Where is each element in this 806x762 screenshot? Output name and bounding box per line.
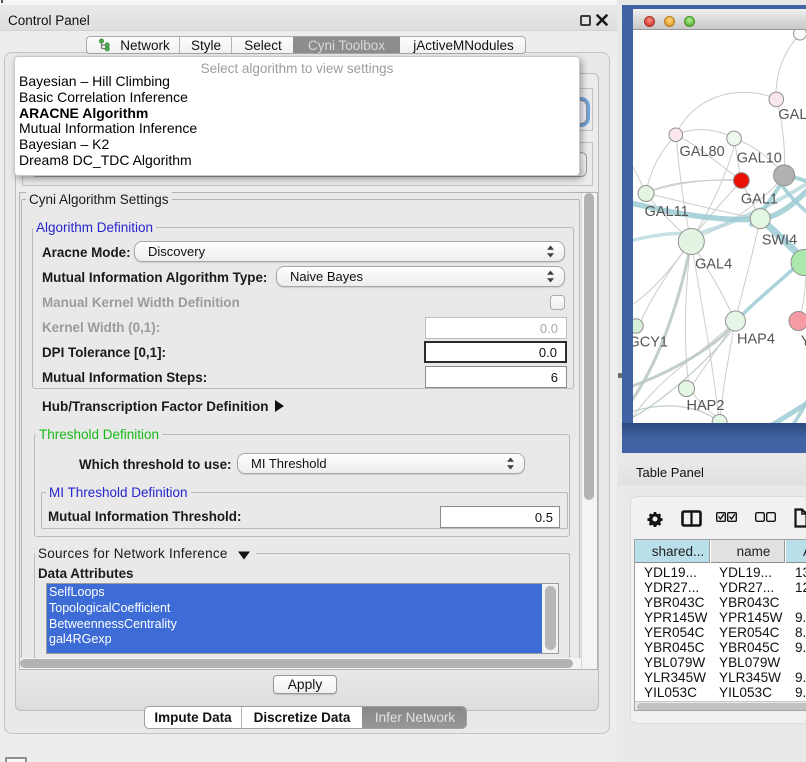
svg-text:Y: Y [801, 334, 806, 350]
svg-text:GAL11: GAL11 [645, 204, 689, 220]
svg-text:GAL10: GAL10 [737, 151, 782, 167]
svg-text:GAL4: GAL4 [695, 257, 732, 273]
svg-text:GCY1: GCY1 [633, 335, 668, 351]
svg-text:GAL80: GAL80 [680, 144, 725, 160]
svg-text:GAL1: GAL1 [741, 192, 778, 208]
svg-text:GAL7: GAL7 [778, 107, 806, 123]
svg-text:HAP2: HAP2 [687, 398, 725, 414]
svg-text:SWI4: SWI4 [762, 233, 797, 249]
svg-text:HAP4: HAP4 [737, 332, 775, 348]
